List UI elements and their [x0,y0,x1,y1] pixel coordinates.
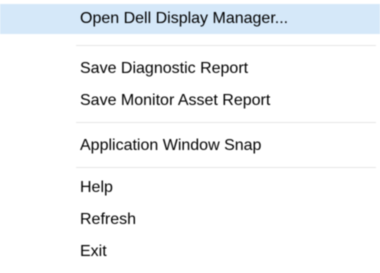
menu-item-save-diagnostic-report[interactable]: Save Diagnostic Report [0,54,380,84]
menu-separator [76,167,376,168]
menu-separator [76,45,376,46]
menu-separator [76,122,376,123]
menu-item-application-window-snap[interactable]: Application Window Snap [0,131,380,161]
menu-item-refresh[interactable]: Refresh [0,205,380,235]
menu-item-help[interactable]: Help [0,173,380,203]
tray-context-menu: Open Dell Display Manager... Save Diagno… [0,0,380,273]
menu-item-exit[interactable]: Exit [0,237,380,267]
menu-item-open-dell-display-manager[interactable]: Open Dell Display Manager... [0,4,380,34]
menu-item-save-monitor-asset-report[interactable]: Save Monitor Asset Report [0,86,380,116]
